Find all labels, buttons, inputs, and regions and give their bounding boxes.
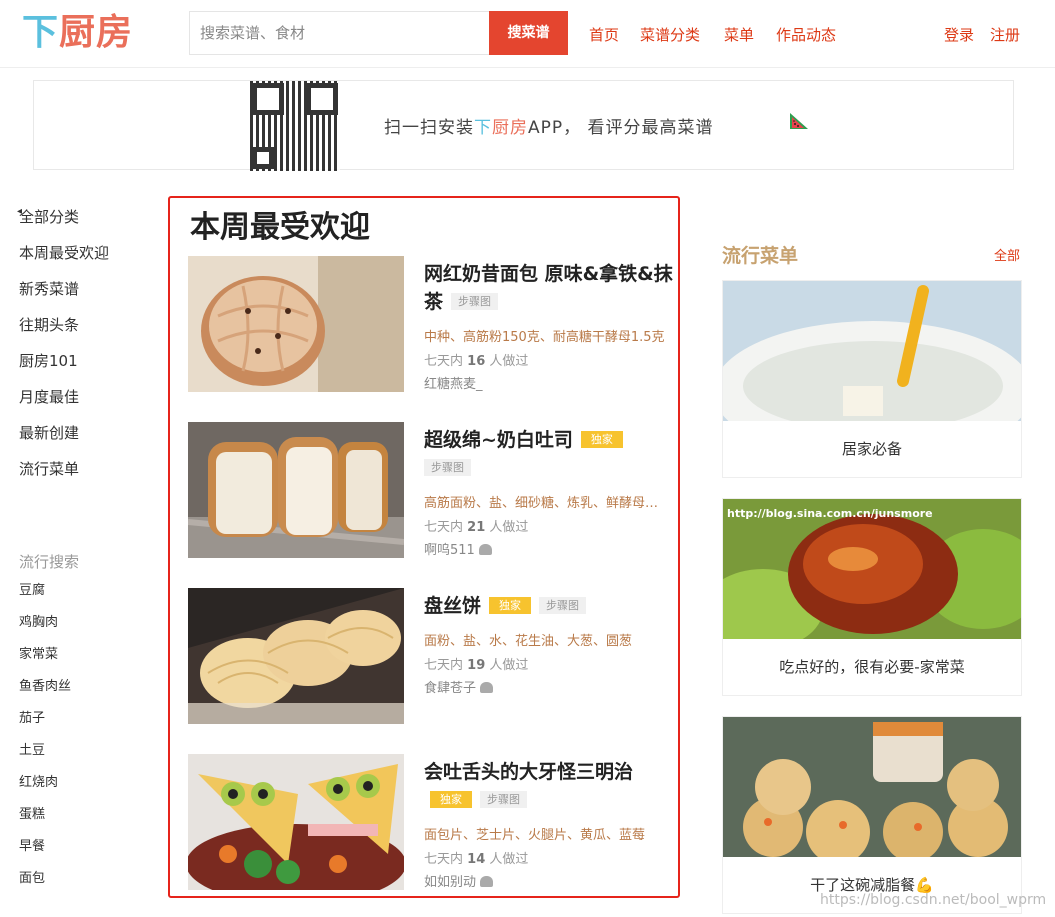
- hot-search-item[interactable]: 蛋糕: [19, 803, 45, 822]
- recipe-author[interactable]: 如如别动: [424, 871, 494, 890]
- recipe-ingredients: 中种、高筋粉150克、耐高糖干酵母1.5克: [424, 330, 665, 345]
- hot-search-item[interactable]: 鸡胸肉: [19, 611, 58, 630]
- section-title: 本周最受欢迎: [190, 210, 370, 245]
- step-badge: 步骤图: [539, 597, 587, 614]
- csdn-watermark: https://blog.csdn.net/bool_wprm: [820, 892, 1047, 908]
- recipe-title[interactable]: 会吐舌头的大牙怪三明治 独家 步骤图: [424, 758, 674, 814]
- nav-home[interactable]: 首页: [589, 24, 619, 45]
- sidebar-item-latest[interactable]: 最新创建: [19, 422, 79, 443]
- recipe-card[interactable]: 超级绵~奶白吐司 独家 步骤图 高筋面粉、盐、细砂糖、炼乳、鲜酵母、奶粉 七天内 2…: [188, 422, 669, 562]
- recipe-image[interactable]: [188, 754, 404, 890]
- search-button[interactable]: 搜菜谱: [489, 11, 568, 55]
- popular-menus-title: 流行菜单: [722, 245, 799, 267]
- hot-search-title: 流行搜索: [19, 553, 80, 571]
- recipe-card[interactable]: 盘丝饼 独家 步骤图 面粉、盐、水、花生油、大葱、圆葱 七天内 19 人做过 食肆苍…: [188, 588, 668, 728]
- menu-image[interactable]: [723, 281, 1021, 421]
- watermelon-icon: [790, 113, 808, 129]
- recipe-image[interactable]: [188, 422, 404, 558]
- recipe-card[interactable]: 会吐舌头的大牙怪三明治 独家 步骤图 面包片、芝士片、火腿片、黄瓜、蓝莓 七天内 1…: [188, 754, 668, 894]
- chef-hat-icon: [478, 544, 492, 555]
- hot-search-item[interactable]: 早餐: [19, 835, 45, 854]
- menu-label[interactable]: 吃点好的，很有必要-家常菜: [723, 639, 1021, 695]
- hot-search-item[interactable]: 面包: [19, 867, 45, 886]
- exclusive-badge: 独家: [489, 597, 532, 614]
- nav-works[interactable]: 作品动态: [776, 24, 836, 45]
- menu-card[interactable]: http://blog.sina.com.cn/junsmore 吃点好的，很有…: [722, 498, 1022, 696]
- recipe-image[interactable]: [188, 256, 404, 392]
- nav-categories[interactable]: 菜谱分类: [640, 24, 700, 45]
- login-link[interactable]: 登录: [944, 24, 974, 45]
- step-badge: 步骤图: [451, 293, 499, 310]
- recipe-title[interactable]: 盘丝饼 独家 步骤图: [424, 592, 674, 620]
- menu-card[interactable]: 干了这碗减脂餐💪: [722, 716, 1022, 914]
- recipe-ingredients: 面包片、芝士片、火腿片、黄瓜、蓝莓: [424, 828, 646, 843]
- recipe-card[interactable]: 网红奶昔面包 原味&拿铁&抹茶 步骤图 中种、高筋粉150克、耐高糖干酵母1.5克…: [188, 256, 673, 396]
- menu-label[interactable]: 居家必备: [723, 421, 1021, 477]
- recipe-author[interactable]: 啊呜511: [424, 539, 492, 558]
- hot-search-item[interactable]: 土豆: [19, 739, 45, 758]
- hot-search-item[interactable]: 鱼香肉丝: [19, 675, 71, 694]
- recipe-ingredients: 高筋面粉、盐、细砂糖、炼乳、鲜酵母、奶粉: [424, 496, 669, 511]
- sidebar-item-monthly-best[interactable]: 月度最佳: [19, 386, 79, 407]
- chef-hat-icon: [480, 876, 494, 887]
- hot-search-item[interactable]: 茄子: [19, 707, 45, 726]
- sidebar-item-new[interactable]: 新秀菜谱: [19, 278, 79, 299]
- step-badge: 步骤图: [424, 459, 471, 476]
- menu-card[interactable]: 居家必备: [722, 280, 1022, 478]
- qr-code-icon: [250, 81, 340, 171]
- recipe-stats: 七天内 16 人做过: [424, 354, 529, 369]
- recipe-title[interactable]: 网红奶昔面包 原味&拿铁&抹茶 步骤图: [424, 260, 674, 316]
- step-badge: 步骤图: [480, 791, 527, 808]
- header: 下厨房 搜索菜谱、食材 搜菜谱 首页 菜谱分类 菜单 作品动态 登录 注册: [0, 0, 1055, 68]
- hot-search-item[interactable]: 红烧肉: [19, 771, 58, 790]
- popular-menus-all-link[interactable]: 全部: [994, 245, 1020, 264]
- recipe-stats: 七天内 19 人做过: [424, 658, 529, 673]
- chef-hat-icon: [480, 682, 494, 693]
- recipe-image[interactable]: [188, 588, 404, 724]
- recipe-ingredients: 面粉、盐、水、花生油、大葱、圆葱: [424, 634, 633, 649]
- sidebar-item-headlines[interactable]: 往期头条: [19, 314, 79, 335]
- nav-menus[interactable]: 菜单: [724, 24, 754, 45]
- recipe-stats: 七天内 21 人做过: [424, 520, 529, 535]
- recipe-author[interactable]: 红糖燕麦_: [424, 373, 483, 392]
- sidebar-item-weekly-popular[interactable]: 本周最受欢迎: [19, 242, 109, 263]
- exclusive-badge: 独家: [580, 431, 623, 448]
- recipe-author[interactable]: 食肆苍子: [424, 677, 494, 696]
- menu-image[interactable]: http://blog.sina.com.cn/junsmore: [723, 499, 1021, 639]
- sidebar-item-kitchen101[interactable]: 厨房101: [19, 350, 78, 371]
- search-input[interactable]: 搜索菜谱、食材: [189, 11, 489, 55]
- sidebar-item-popular-menus[interactable]: 流行菜单: [19, 458, 79, 479]
- sidebar-item-all[interactable]: 全部分类: [19, 206, 79, 227]
- exclusive-badge: 独家: [430, 791, 472, 808]
- hot-search-item[interactable]: 家常菜: [19, 643, 58, 662]
- app-download-banner[interactable]: 扫一扫安装下厨房APP， 看评分最高菜谱: [33, 80, 1014, 171]
- banner-text: 扫一扫安装下厨房APP， 看评分最高菜谱: [384, 118, 714, 138]
- weekly-popular-section: 本周最受欢迎 网红奶昔面包 原味&拿铁&抹茶 步骤图 中种、高筋粉150克、耐高糖…: [168, 196, 680, 898]
- site-logo[interactable]: 下厨房: [22, 12, 133, 54]
- image-watermark-text: http://blog.sina.com.cn/junsmore: [727, 507, 933, 520]
- menu-image[interactable]: [723, 717, 1021, 857]
- hot-search-item[interactable]: 豆腐: [19, 579, 45, 598]
- recipe-title[interactable]: 超级绵~奶白吐司 独家 步骤图: [424, 426, 674, 482]
- register-link[interactable]: 注册: [990, 24, 1020, 45]
- recipe-stats: 七天内 14 人做过: [424, 852, 529, 867]
